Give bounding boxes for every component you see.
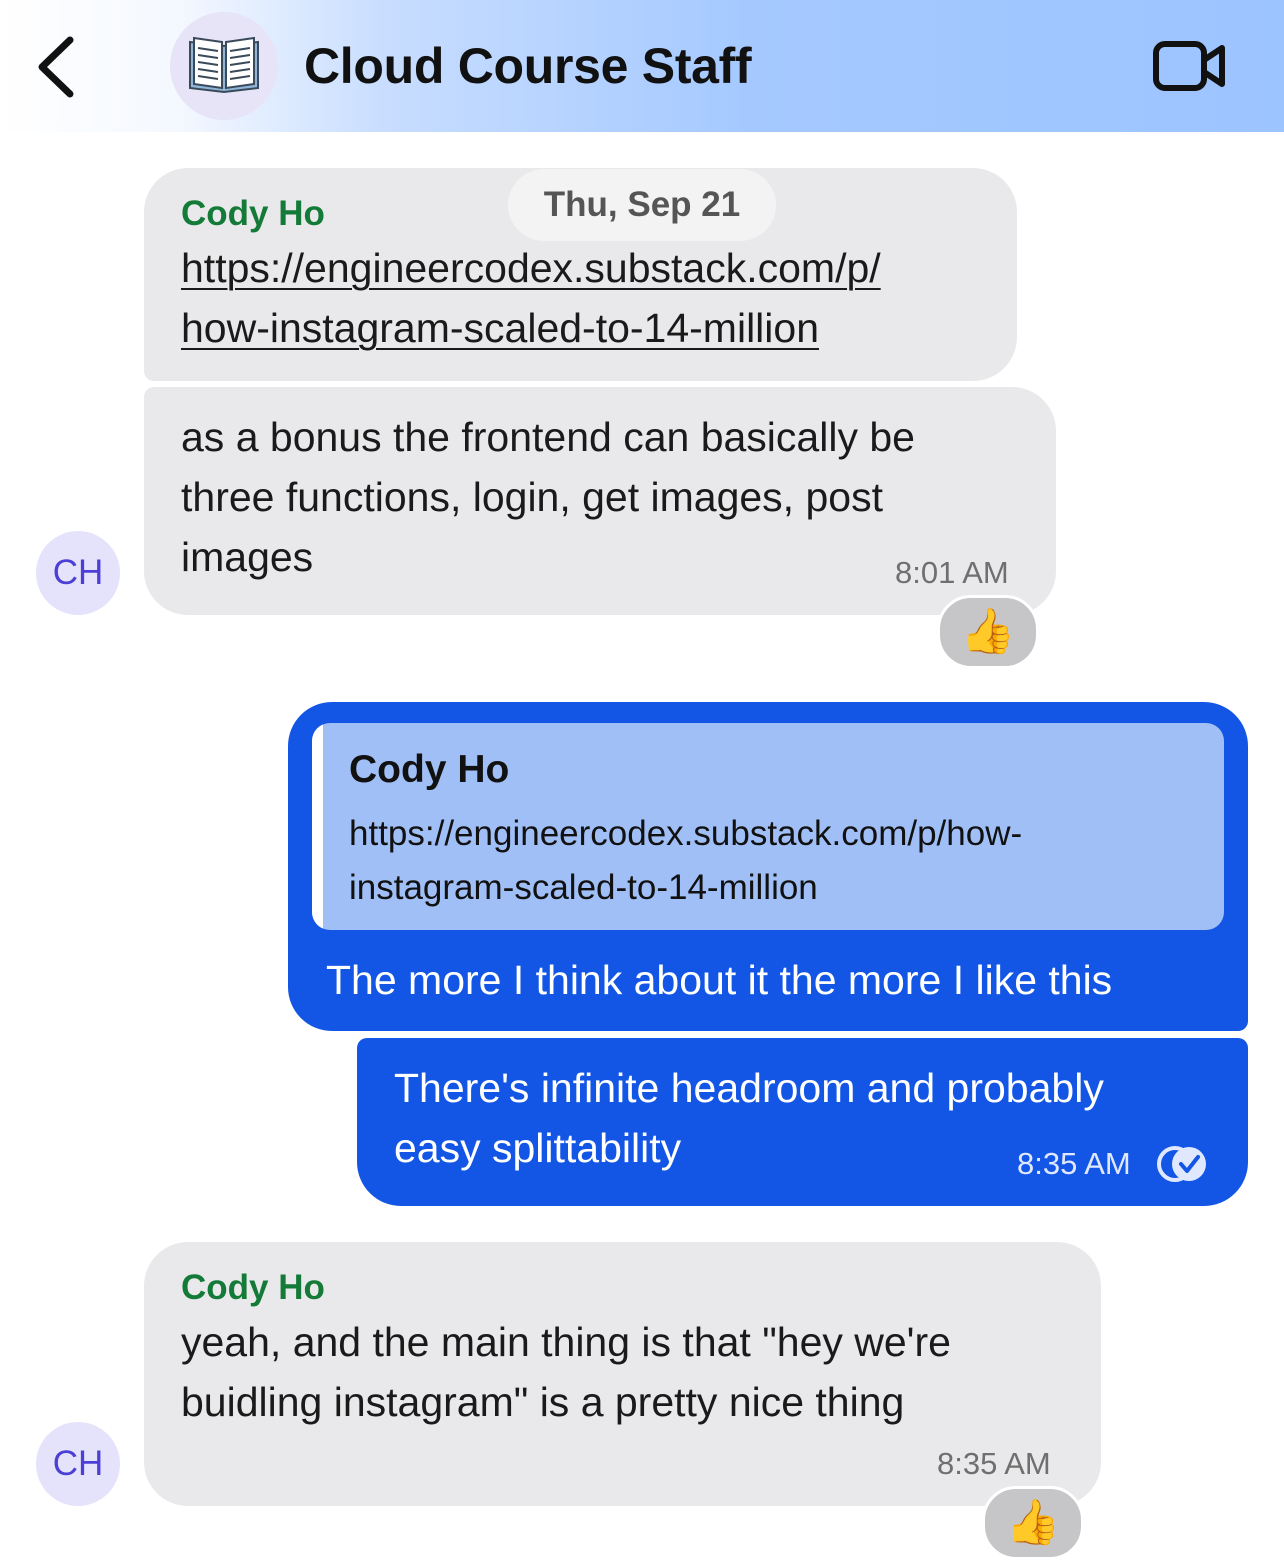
- open-book-icon: [189, 36, 259, 94]
- read-receipt-check-icon: [1157, 1146, 1206, 1182]
- chat-title[interactable]: Cloud Course Staff: [304, 36, 752, 96]
- message-text-line: images: [181, 534, 314, 580]
- reaction-badge[interactable]: 👍: [937, 595, 1039, 669]
- quote-text-line: instagram-scaled-to-14-million: [349, 868, 818, 907]
- outgoing-message-bubble[interactable]: There's infinite headroom and probably e…: [357, 1038, 1248, 1206]
- date-separator: Thu, Sep 21: [508, 169, 776, 241]
- video-call-button[interactable]: [1150, 38, 1230, 94]
- video-camera-icon: [1153, 41, 1225, 91]
- chevron-left-icon: [38, 36, 74, 98]
- message-text-line: three functions, login, get images, post: [181, 474, 883, 520]
- thumbs-up-icon: 👍: [960, 607, 1016, 656]
- quote-text-line: https://engineercodex.substack.com/p/how…: [349, 814, 1023, 853]
- avatar[interactable]: CH: [36, 1422, 120, 1506]
- message-timestamp: 8:01 AM: [895, 555, 1009, 590]
- back-button[interactable]: [30, 30, 90, 100]
- chat-header: Cloud Course Staff: [0, 0, 1284, 132]
- quoted-message[interactable]: Cody Ho https://engineercodex.substack.c…: [312, 723, 1224, 930]
- message-text: The more I think about it the more I lik…: [326, 957, 1113, 1003]
- quote-accent-bar: [312, 723, 323, 930]
- message-text-line: buidling instagram" is a pretty nice thi…: [181, 1379, 905, 1425]
- message-text-line: yeah, and the main thing is that "hey we…: [181, 1319, 951, 1365]
- chat-screen: Cloud Course Staff Cody Ho https://engin…: [0, 0, 1284, 1565]
- thumbs-up-icon: 👍: [1005, 1498, 1061, 1547]
- message-link-line[interactable]: how-instagram-scaled-to-14-million: [181, 298, 819, 358]
- message-timestamp: 8:35 AM: [937, 1446, 1051, 1481]
- reaction-badge[interactable]: 👍: [982, 1486, 1084, 1560]
- message-bubble[interactable]: Cody Ho yeah, and the main thing is that…: [144, 1242, 1101, 1506]
- sender-name: Cody Ho: [181, 194, 325, 233]
- avatar[interactable]: CH: [36, 531, 120, 615]
- message-text-line: as a bonus the frontend can basically be: [181, 414, 915, 460]
- message-link-line[interactable]: https://engineercodex.substack.com/p/: [181, 238, 881, 298]
- message-timestamp: 8:35 AM: [1017, 1146, 1131, 1181]
- message-text-line: There's infinite headroom and probably: [394, 1065, 1104, 1111]
- message-bubble[interactable]: as a bonus the frontend can basically be…: [144, 387, 1056, 615]
- group-avatar[interactable]: [170, 12, 278, 120]
- sender-name: Cody Ho: [181, 1268, 325, 1307]
- quote-sender-name: Cody Ho: [349, 748, 510, 791]
- message-text-line: easy splittability: [394, 1125, 682, 1171]
